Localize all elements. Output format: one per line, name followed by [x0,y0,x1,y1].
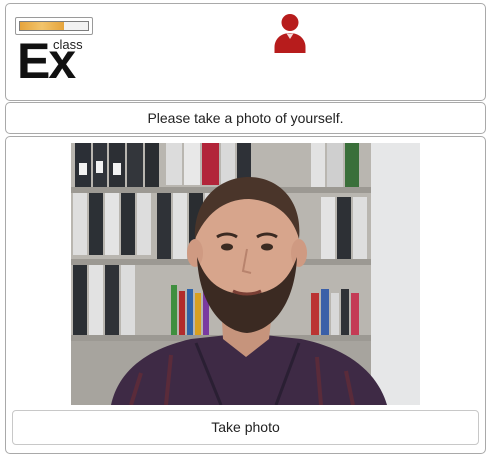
webcam-image [71,143,420,405]
take-photo-button[interactable]: Take photo [12,410,479,445]
user-icon [274,14,306,53]
instruction-text: Please take a photo of yourself. [147,110,344,126]
header-panel: Ex class [5,3,486,101]
webcam-preview [71,143,420,405]
logo-sub-text: class [53,37,83,52]
camera-panel: Take photo [5,136,486,454]
logo-progress-fill [20,22,65,30]
instruction-panel: Please take a photo of yourself. [5,102,486,134]
eclass-logo: Ex class [15,17,97,93]
